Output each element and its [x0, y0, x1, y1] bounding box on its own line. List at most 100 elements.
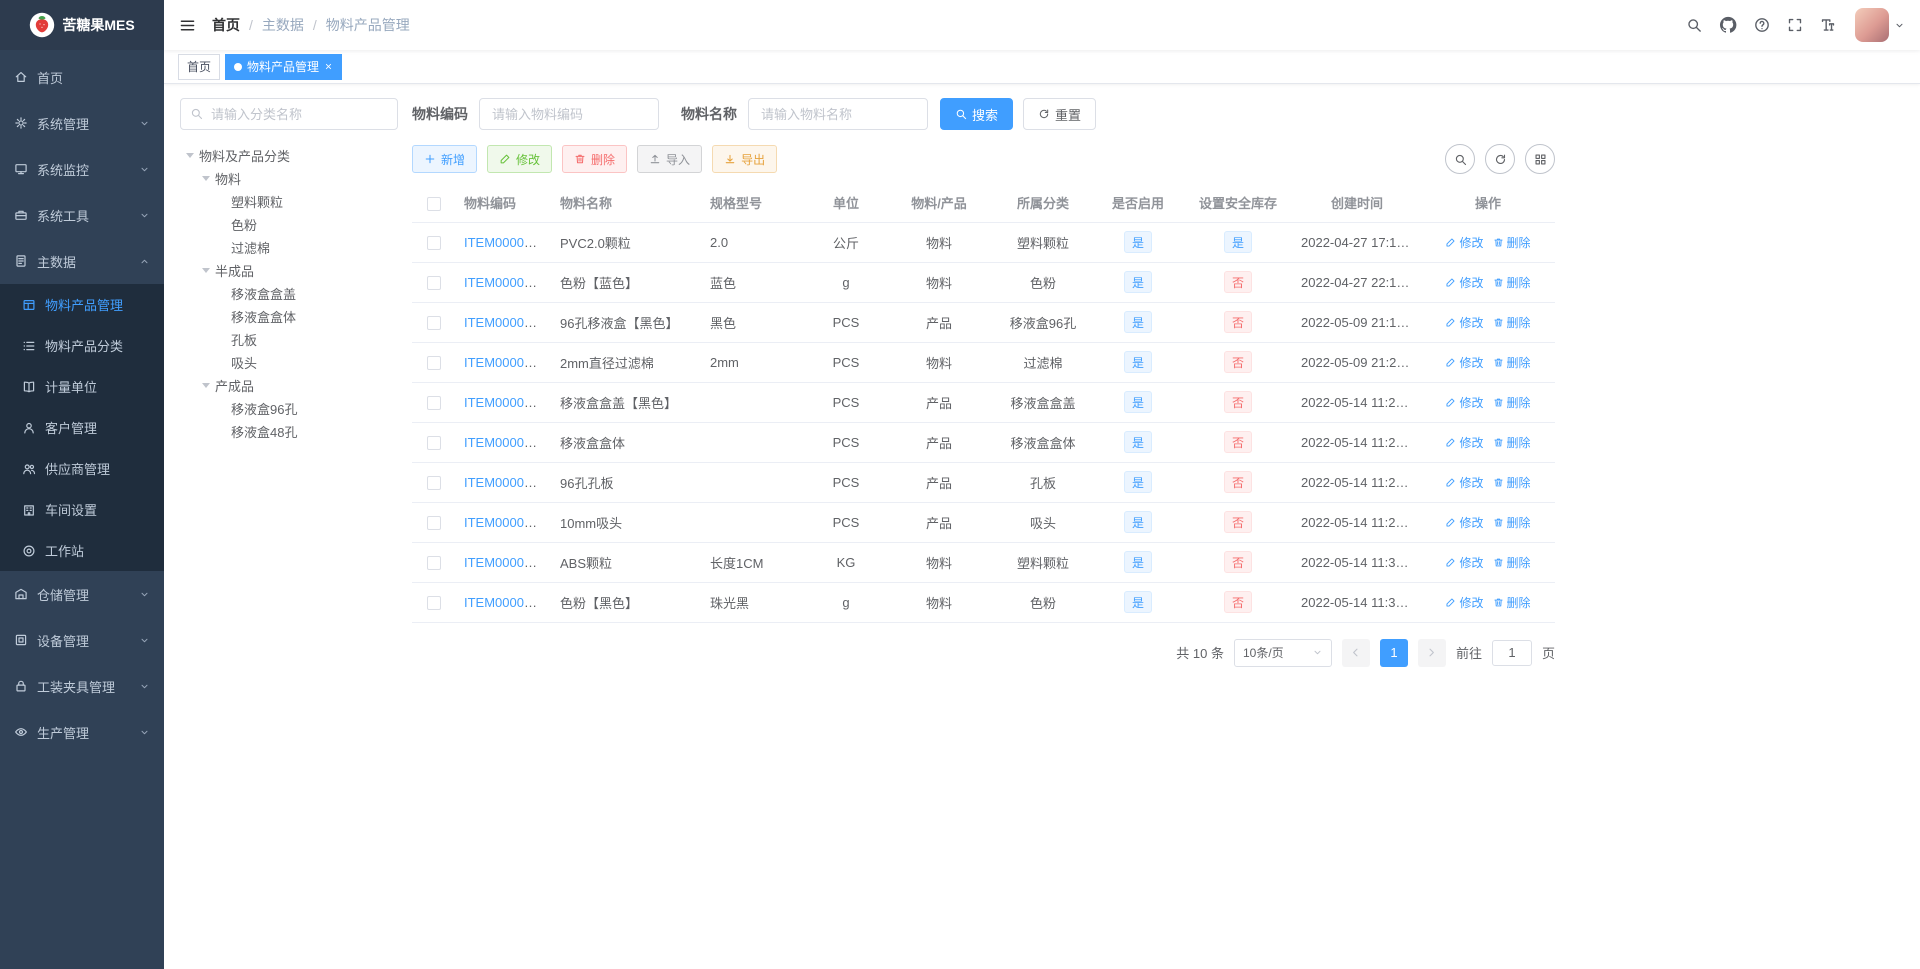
material-code-link[interactable]: ITEM00000056 [464, 595, 552, 610]
tree-node[interactable]: 色粉 [180, 213, 398, 236]
reset-button[interactable]: 重置 [1023, 98, 1097, 130]
breadcrumb-item[interactable]: 主数据 [262, 15, 304, 35]
search-icon[interactable] [1686, 17, 1702, 33]
caret-down-icon[interactable] [202, 176, 210, 185]
row-delete-button[interactable]: 删除 [1493, 514, 1531, 531]
row-delete-button[interactable]: 删除 [1493, 394, 1531, 411]
tree-node[interactable]: 过滤棉 [180, 236, 398, 259]
breadcrumb-item[interactable]: 首页 [212, 15, 240, 35]
row-delete-button[interactable]: 删除 [1493, 354, 1531, 371]
sidebar-item-production-management[interactable]: 生产管理 [0, 709, 164, 755]
row-checkbox[interactable] [427, 555, 441, 570]
row-checkbox[interactable] [427, 475, 441, 490]
sidebar-item-warehouse-management[interactable]: 仓储管理 [0, 571, 164, 617]
row-edit-button[interactable]: 修改 [1445, 394, 1484, 411]
columns-button[interactable] [1525, 144, 1555, 174]
sidebar-item-master-data[interactable]: 主数据 [0, 238, 164, 284]
font-size-icon[interactable] [1820, 17, 1836, 33]
caret-down-icon[interactable] [202, 268, 210, 277]
material-code-link[interactable]: ITEM00000054 [464, 515, 552, 530]
material-code-input[interactable] [479, 98, 659, 130]
sidebar-item-home[interactable]: 首页 [0, 54, 164, 100]
prev-page-button[interactable] [1341, 638, 1370, 667]
tree-node[interactable]: 孔板 [180, 328, 398, 351]
material-code-link[interactable]: ITEM00000041 [464, 275, 552, 290]
select-all-checkbox[interactable] [427, 196, 441, 211]
tree-node[interactable]: 移液盒盒体 [180, 305, 398, 328]
import-button[interactable]: 导入 [637, 145, 703, 173]
material-code-link[interactable]: ITEM00000052 [464, 435, 552, 450]
material-code-link[interactable]: ITEM00000046 [464, 315, 552, 330]
row-edit-button[interactable]: 修改 [1445, 474, 1484, 491]
user-menu[interactable] [1855, 8, 1905, 42]
tree-node[interactable]: 半成品 [180, 259, 398, 282]
sidebar-item-fixture-management[interactable]: 工装夹具管理 [0, 663, 164, 709]
sidebar-item-supplier-management[interactable]: 供应商管理 [0, 448, 164, 489]
row-edit-button[interactable]: 修改 [1445, 314, 1484, 331]
row-checkbox[interactable] [427, 355, 441, 370]
tree-node[interactable]: 物料 [180, 167, 398, 190]
row-delete-button[interactable]: 删除 [1493, 594, 1531, 611]
row-checkbox[interactable] [427, 435, 441, 450]
fullscreen-icon[interactable] [1787, 17, 1803, 33]
caret-down-icon[interactable] [186, 153, 194, 162]
tree-node[interactable]: 移液盒48孔 [180, 420, 398, 443]
tree-node[interactable]: 物料及产品分类 [180, 144, 398, 167]
github-icon[interactable] [1719, 16, 1737, 34]
page-size-select[interactable]: 10条/页 [1233, 638, 1332, 667]
row-checkbox[interactable] [427, 275, 441, 290]
row-edit-button[interactable]: 修改 [1445, 234, 1484, 251]
page-number-button[interactable]: 1 [1379, 638, 1408, 667]
row-checkbox[interactable] [427, 595, 441, 610]
material-code-link[interactable]: ITEM00000037 [464, 235, 552, 250]
row-delete-button[interactable]: 删除 [1493, 554, 1531, 571]
sidebar-item-system-management[interactable]: 系统管理 [0, 100, 164, 146]
sidebar-item-material-product-category[interactable]: 物料产品分类 [0, 325, 164, 366]
sidebar-item-workshop-settings[interactable]: 车间设置 [0, 489, 164, 530]
tree-node[interactable]: 吸头 [180, 351, 398, 374]
sidebar-item-workstation[interactable]: 工作站 [0, 530, 164, 571]
close-icon[interactable] [324, 62, 333, 71]
delete-button[interactable]: 删除 [562, 145, 628, 173]
export-button[interactable]: 导出 [712, 145, 778, 173]
edit-button[interactable]: 修改 [487, 145, 553, 173]
row-edit-button[interactable]: 修改 [1445, 354, 1484, 371]
tree-node[interactable]: 移液盒96孔 [180, 397, 398, 420]
tab-home[interactable]: 首页 [178, 53, 221, 80]
toggle-search-button[interactable] [1445, 144, 1475, 174]
sidebar-item-measurement-unit[interactable]: 计量单位 [0, 366, 164, 407]
add-button[interactable]: 新增 [412, 145, 478, 173]
row-edit-button[interactable]: 修改 [1445, 594, 1484, 611]
row-edit-button[interactable]: 修改 [1445, 434, 1484, 451]
material-name-input[interactable] [748, 98, 928, 130]
row-checkbox[interactable] [427, 235, 441, 250]
row-edit-button[interactable]: 修改 [1445, 554, 1484, 571]
row-delete-button[interactable]: 删除 [1493, 434, 1531, 451]
row-edit-button[interactable]: 修改 [1445, 514, 1484, 531]
search-button[interactable]: 搜索 [940, 98, 1014, 130]
row-checkbox[interactable] [427, 395, 441, 410]
caret-down-icon[interactable] [202, 383, 210, 392]
refresh-button[interactable] [1485, 144, 1515, 174]
goto-page-input[interactable] [1491, 639, 1532, 666]
sidebar-item-system-monitor[interactable]: 系统监控 [0, 146, 164, 192]
category-search-input[interactable] [180, 98, 398, 130]
avatar[interactable] [1855, 8, 1889, 42]
next-page-button[interactable] [1417, 638, 1446, 667]
tree-node[interactable]: 移液盒盒盖 [180, 282, 398, 305]
row-delete-button[interactable]: 删除 [1493, 234, 1531, 251]
material-code-link[interactable]: ITEM00000053 [464, 475, 552, 490]
question-icon[interactable] [1754, 17, 1770, 33]
row-checkbox[interactable] [427, 515, 441, 530]
tab-material-product-management[interactable]: 物料产品管理 [225, 53, 343, 80]
material-code-link[interactable]: ITEM00000051 [464, 395, 552, 410]
hamburger-icon[interactable] [179, 17, 196, 34]
material-code-link[interactable]: ITEM00000055 [464, 555, 552, 570]
sidebar-item-customer-management[interactable]: 客户管理 [0, 407, 164, 448]
row-edit-button[interactable]: 修改 [1445, 274, 1484, 291]
row-delete-button[interactable]: 删除 [1493, 314, 1531, 331]
sidebar-item-equipment-management[interactable]: 设备管理 [0, 617, 164, 663]
sidebar-item-system-tools[interactable]: 系统工具 [0, 192, 164, 238]
sidebar-item-material-product-management[interactable]: 物料产品管理 [0, 284, 164, 325]
tree-node[interactable]: 塑料颗粒 [180, 190, 398, 213]
